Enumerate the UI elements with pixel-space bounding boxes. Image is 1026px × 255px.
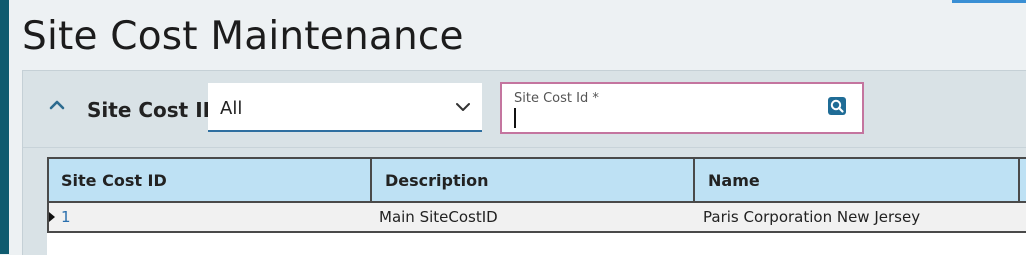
field-label: Site Cost Id * [514, 91, 599, 106]
grid-header: Site Cost ID Description Name [47, 157, 1026, 203]
table-row[interactable]: 1 Main SiteCostID Paris Corporation New … [47, 203, 1026, 233]
site-cost-id-field[interactable]: Site Cost Id * [500, 82, 864, 134]
column-header-site-cost-id[interactable]: Site Cost ID [61, 159, 167, 203]
row-pointer-icon [49, 212, 55, 222]
top-accent-bar [952, 0, 1026, 3]
cell-description: Main SiteCostID [379, 208, 498, 226]
chevron-up-icon[interactable] [49, 97, 65, 113]
chevron-down-icon [456, 103, 470, 111]
results-grid: Site Cost ID Description Name 1 Main Sit… [47, 157, 1026, 255]
site-cost-id-select[interactable]: All [208, 83, 482, 132]
column-header-description[interactable]: Description [385, 159, 488, 203]
site-cost-id-input[interactable] [513, 108, 813, 128]
text-caret [514, 108, 516, 128]
panel-header: Site Cost ID All Site Cost Id * [23, 71, 1026, 147]
section-label: Site Cost ID [87, 98, 220, 122]
column-header-name[interactable]: Name [708, 159, 760, 203]
filter-panel: Site Cost ID All Site Cost Id * Site Cos… [22, 70, 1026, 255]
divider [23, 147, 1026, 148]
search-icon[interactable] [828, 97, 846, 115]
cell-site-cost-id[interactable]: 1 [61, 203, 71, 231]
left-rail [0, 0, 9, 254]
cell-name: Paris Corporation New Jersey [703, 208, 921, 226]
select-value: All [220, 98, 243, 119]
page-title: Site Cost Maintenance [22, 14, 464, 59]
